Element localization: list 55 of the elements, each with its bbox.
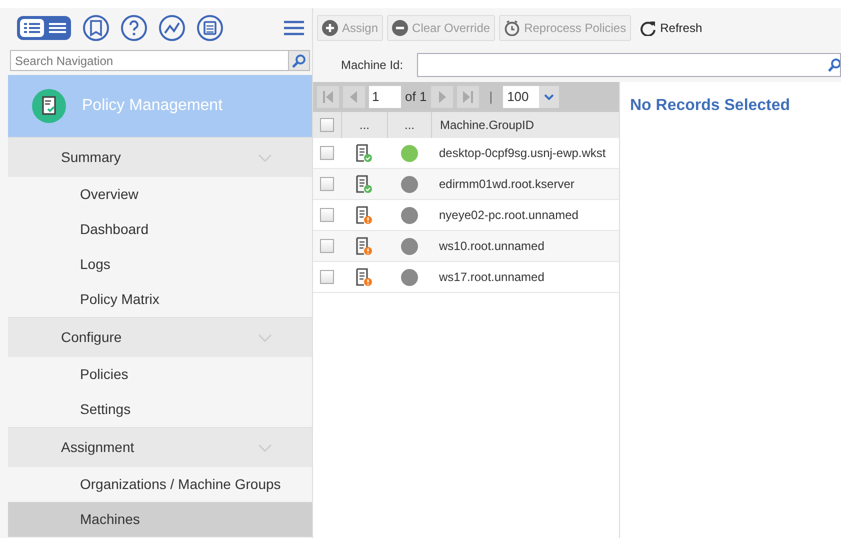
search-icon xyxy=(292,54,306,68)
table-cell-text: desktop-0cpf9sg.usnj-ewp.wkst xyxy=(438,145,607,162)
nav-item[interactable]: Machines xyxy=(8,502,312,537)
module-title: Policy Management xyxy=(82,96,223,116)
caret-icon xyxy=(544,94,554,100)
alarm-clock-icon xyxy=(504,20,520,36)
table-cell-text: nyeye02-pc.root.unnamed xyxy=(438,207,580,224)
page-count: of 1 xyxy=(405,88,427,106)
table-cell-text: edirmm01wd.root.kserver xyxy=(438,176,576,193)
column-header[interactable]: ... xyxy=(341,112,387,138)
document-check-icon xyxy=(355,174,373,194)
document-warning-icon xyxy=(355,206,373,224)
column-header[interactable]: Machine.GroupID xyxy=(431,112,619,138)
search-field[interactable]: Search Navigation xyxy=(10,50,288,71)
row-checkbox[interactable] xyxy=(320,146,334,160)
minus-circle-icon xyxy=(392,20,408,36)
first-page-button[interactable] xyxy=(317,86,339,108)
search-button[interactable] xyxy=(288,50,310,71)
search-icon[interactable] xyxy=(828,58,840,72)
previous-page-button[interactable] xyxy=(343,86,365,108)
toolbar-button[interactable]: Refresh xyxy=(635,15,708,41)
field-label: Machine Id: xyxy=(341,57,404,74)
empty-state-message: No Records Selected xyxy=(630,96,792,116)
pager-separator: | xyxy=(488,88,494,106)
nav-group-header[interactable]: Assignment xyxy=(8,427,312,467)
row-checkbox[interactable] xyxy=(320,208,334,222)
select-all-checkbox[interactable] xyxy=(320,118,334,132)
nav-group-header[interactable]: Summary xyxy=(8,137,312,177)
bookmark-icon[interactable] xyxy=(82,14,110,42)
menu-icon[interactable] xyxy=(284,20,304,36)
row-checkbox[interactable] xyxy=(320,177,334,191)
column-header[interactable]: ... xyxy=(387,112,431,138)
table-cell-text: ws17.root.unnamed xyxy=(438,269,546,286)
first-page-icon xyxy=(322,90,334,104)
previous-page-icon xyxy=(348,90,360,104)
document-warning-icon xyxy=(355,236,373,256)
clipboard-check-icon xyxy=(32,89,66,123)
plus-circle-icon xyxy=(322,20,338,36)
chart-icon[interactable] xyxy=(158,14,186,42)
machine-id-field[interactable] xyxy=(417,53,841,77)
row-checkbox[interactable] xyxy=(320,270,334,284)
row-checkbox[interactable] xyxy=(320,239,334,253)
document-check-icon xyxy=(355,144,373,162)
view-toggle-icon[interactable] xyxy=(16,15,72,41)
page-size-dropdown[interactable]: 100 xyxy=(503,86,560,108)
last-page-button[interactable] xyxy=(456,86,479,108)
nav-group-header[interactable]: Configure xyxy=(8,317,312,357)
page-number-field[interactable]: 1 xyxy=(369,86,401,108)
refresh-icon xyxy=(640,20,656,36)
table-cell-text: ws10.root.unnamed xyxy=(438,238,546,255)
document-icon[interactable] xyxy=(196,14,224,42)
help-icon[interactable] xyxy=(120,14,148,42)
document-warning-icon xyxy=(355,268,373,286)
next-page-button[interactable] xyxy=(430,86,453,108)
last-page-icon xyxy=(462,90,474,104)
